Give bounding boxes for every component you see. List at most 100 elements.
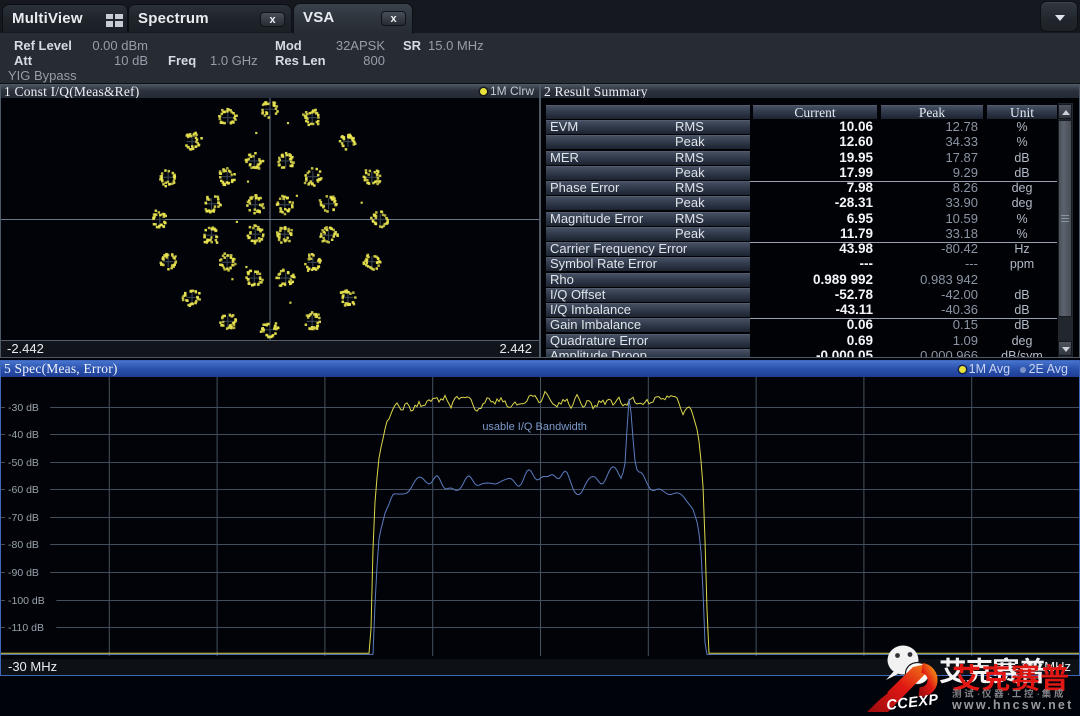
spectrum-plot[interactable]: -30 dB-40 dB-50 dB-60 dB-70 dB-80 dB-90 …	[1, 377, 1079, 656]
result-current-value: -0.000 05	[753, 349, 873, 358]
result-current-value: 7.98	[753, 181, 873, 195]
att-value[interactable]: 10 dB	[84, 54, 148, 67]
result-label-cell	[546, 166, 750, 180]
sr-value[interactable]: 15.0 MHz	[428, 39, 484, 52]
result-unit: %	[987, 135, 1057, 149]
constellation-title: 1 Const I/Q(Meas&Ref)	[4, 85, 139, 98]
yig-bypass-label: YIG Bypass	[8, 69, 77, 82]
tab-spectrum-label: Spectrum	[138, 10, 209, 27]
tab-overflow-button[interactable]	[1040, 1, 1078, 32]
caret-down-icon	[1055, 15, 1065, 21]
tab-spectrum-close-icon[interactable]: x	[260, 12, 285, 27]
scroll-down-icon	[1062, 347, 1070, 352]
scroll-up-button[interactable]	[1058, 104, 1072, 119]
svg-text:-110 dB: -110 dB	[8, 622, 44, 634]
tab-spectrum[interactable]: Spectrum x	[128, 4, 292, 32]
freq-value[interactable]: 1.0 GHz	[210, 54, 258, 67]
trace1-avg-label: 1M Avg	[969, 362, 1010, 376]
window-spectrum[interactable]: 5 Spec(Meas, Error) 1M Avg 2E Avg -30 dB…	[0, 360, 1080, 676]
constellation-plot[interactable]	[1, 98, 539, 341]
result-peak-value: 34.33	[881, 135, 978, 149]
result-label: Carrier Frequency Error	[550, 242, 687, 256]
result-sublabel: Peak	[675, 166, 705, 180]
result-label: Quadrature Error	[550, 334, 648, 348]
result-peak-value: -42.00	[881, 288, 978, 302]
result-peak-value: 33.18	[881, 227, 978, 241]
result-label: Symbol Rate Error	[550, 257, 657, 271]
usable-bandwidth-annotation: usable I/Q Bandwidth	[482, 421, 587, 433]
tab-vsa[interactable]: VSA x	[293, 3, 413, 34]
result-current-value: 19.95	[753, 151, 873, 165]
column-header-unit[interactable]: Unit	[987, 105, 1057, 119]
result-current-value: 0.989 992	[753, 273, 873, 287]
summary-scrollbar[interactable]	[1058, 103, 1073, 357]
result-label: Amplitude Droop	[550, 349, 647, 358]
window-result-summary[interactable]: 2 Result Summary CurrentPeakUnitEVMRMS10…	[540, 84, 1080, 358]
trace1-avg-dot-icon	[959, 366, 966, 373]
spectrum-y-axis-labels: -30 dB-40 dB-50 dB-60 dB-70 dB-80 dB-90 …	[5, 401, 56, 634]
mod-value[interactable]: 32APSK	[325, 39, 385, 52]
svg-text:-100 dB: -100 dB	[8, 595, 45, 607]
result-label: Magnitude Error	[550, 212, 643, 226]
result-peak-value: -80.42	[881, 242, 978, 256]
sr-label: SR	[403, 39, 421, 52]
watermark-cn-text	[952, 689, 1063, 698]
result-peak-value: 8.26	[881, 181, 978, 195]
svg-text:-60 dB: -60 dB	[8, 484, 39, 496]
result-unit: ppm	[987, 257, 1057, 271]
result-label: MER	[550, 151, 579, 165]
summary-titlebar[interactable]: 2 Result Summary	[541, 85, 1079, 99]
freq-label: Freq	[168, 54, 196, 67]
spec-axis-max: 30 MHz	[1026, 659, 1071, 675]
result-sublabel: Peak	[675, 196, 705, 210]
result-peak-value: 17.87	[881, 151, 978, 165]
result-label: Gain Imbalance	[550, 318, 641, 332]
result-unit: dB	[987, 318, 1057, 332]
const-axis-min: -2.442	[7, 341, 44, 357]
result-current-value: 0.06	[753, 318, 873, 332]
result-label-cell	[546, 273, 750, 287]
result-peak-value: 12.78	[881, 120, 978, 134]
trace1-label: 1M Clrw	[490, 84, 534, 98]
tab-multiview[interactable]: MultiView	[2, 4, 128, 32]
trace1-dot-icon	[480, 88, 487, 95]
tab-vsa-close-icon[interactable]: x	[381, 11, 406, 26]
res-len-value[interactable]: 800	[325, 54, 385, 67]
result-unit: dB	[987, 151, 1057, 165]
tab-bar: MultiView Spectrum x VSA x	[0, 0, 1080, 34]
tab-multiview-label: MultiView	[12, 10, 83, 27]
res-len-label: Res Len	[275, 54, 326, 67]
result-unit: dB/sym	[987, 349, 1057, 358]
svg-text:-30 dB: -30 dB	[8, 402, 39, 414]
result-unit: %	[987, 212, 1057, 226]
result-label: I/Q Offset	[550, 288, 605, 302]
spectrum-title: 5 Spec(Meas, Error)	[4, 362, 118, 376]
scroll-thumb[interactable]	[1058, 120, 1072, 317]
result-peak-value: 0.983 942	[881, 273, 978, 287]
ref-level-label: Ref Level	[14, 39, 72, 52]
ref-level-value[interactable]: 0.00 dBm	[84, 39, 148, 52]
result-current-value: -28.31	[753, 196, 873, 210]
result-sublabel: RMS	[675, 151, 704, 165]
result-peak-value: 1.09	[881, 334, 978, 348]
result-summary-table: CurrentPeakUnitEVMRMS10.0612.78%Peak12.6…	[541, 98, 1079, 357]
result-peak-value: 9.29	[881, 166, 978, 180]
spectrum-trace-legend: 1M Avg 2E Avg	[959, 361, 1068, 377]
constellation-titlebar[interactable]: 1 Const I/Q(Meas&Ref) 1M Clrw	[1, 85, 539, 99]
window-constellation[interactable]: 1 Const I/Q(Meas&Ref) 1M Clrw -2.442 2.4…	[0, 84, 540, 358]
result-peak-value: ---	[881, 257, 978, 271]
trace2-avg-dot-icon	[1020, 367, 1026, 373]
column-header-current[interactable]: Current	[753, 105, 877, 119]
result-unit: deg	[987, 196, 1057, 210]
spectrum-axisbar: -30 MHz 30 MHz	[1, 659, 1079, 675]
result-unit: Hz	[987, 242, 1057, 256]
result-unit: dB	[987, 303, 1057, 317]
svg-text:-70 dB: -70 dB	[8, 512, 39, 524]
result-sublabel: RMS	[675, 212, 704, 226]
spectrum-titlebar[interactable]: 5 Spec(Meas, Error) 1M Avg 2E Avg	[1, 361, 1079, 377]
scroll-down-button[interactable]	[1058, 341, 1072, 356]
spec-axis-min: -30 MHz	[8, 659, 57, 675]
result-current-value: 10.06	[753, 120, 873, 134]
result-sublabel: RMS	[675, 120, 704, 134]
column-header-peak[interactable]: Peak	[881, 105, 983, 119]
